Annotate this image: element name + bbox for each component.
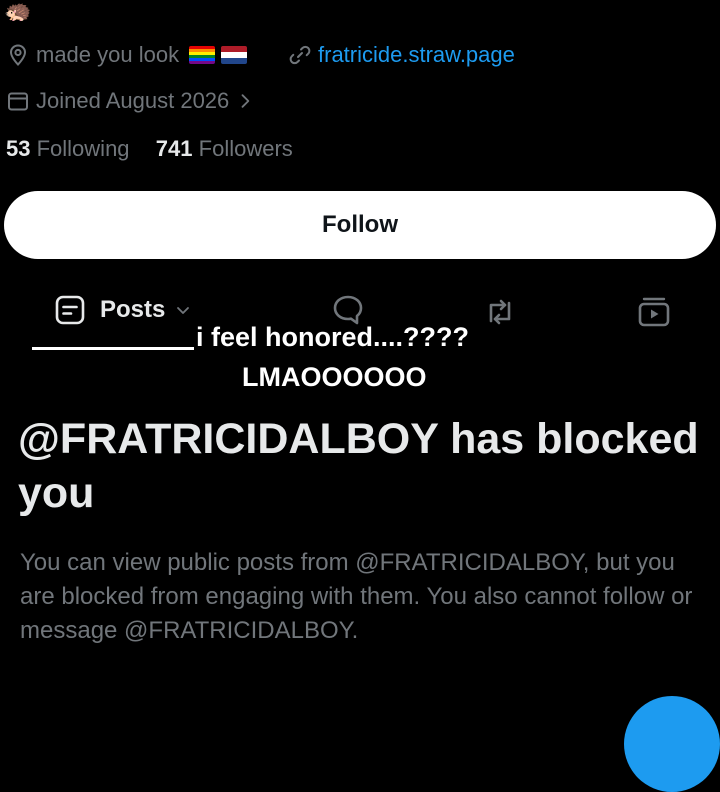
followers-stat[interactable]: 741 Followers: [156, 136, 293, 161]
compose-fab-button[interactable]: [624, 696, 720, 792]
caption-line-1: i feel honored....????: [196, 322, 469, 352]
followers-label: Followers: [198, 136, 293, 161]
link-text[interactable]: fratricide.straw.page: [318, 42, 515, 68]
profile-link[interactable]: fratricide.straw.page: [288, 42, 515, 68]
following-count: 53: [6, 136, 31, 161]
blocked-description: You can view public posts from @FRATRICI…: [20, 549, 693, 644]
followers-count: 741: [155, 136, 193, 161]
location-text: made you look: [36, 42, 180, 67]
follow-stats: 53 Following 741 Followers: [6, 136, 293, 162]
link-icon: [289, 45, 311, 65]
posts-icon: [55, 295, 85, 325]
video-icon[interactable]: [636, 294, 672, 330]
tab-posts-label: Posts: [100, 296, 166, 323]
flag-group: [189, 46, 248, 64]
caption-underline: [32, 347, 194, 350]
pride-flag-icon: [189, 46, 216, 64]
following-stat[interactable]: 53 Following: [6, 136, 136, 161]
follow-button[interactable]: Follow: [4, 191, 716, 259]
following-label: Following: [36, 136, 130, 161]
location-pin-icon: [9, 44, 27, 66]
tab-posts[interactable]: Posts: [54, 294, 191, 326]
profile-joined[interactable]: Joined August 2026: [6, 88, 255, 114]
chevron-down-icon: [177, 307, 190, 314]
repost-icon[interactable]: [482, 294, 518, 330]
netherlands-flag-icon: [221, 46, 248, 64]
blocked-heading: @FRATRICIDALBOY has blocked you: [18, 415, 699, 517]
chevron-right-icon: [241, 94, 250, 108]
caption-line-2: LMAOOOOOO: [242, 362, 427, 392]
avatar[interactable]: 🦔: [4, 0, 40, 22]
profile-location: made you look: [6, 42, 248, 68]
calendar-icon: [8, 92, 28, 111]
joined-text: Joined August 2026: [36, 88, 230, 113]
